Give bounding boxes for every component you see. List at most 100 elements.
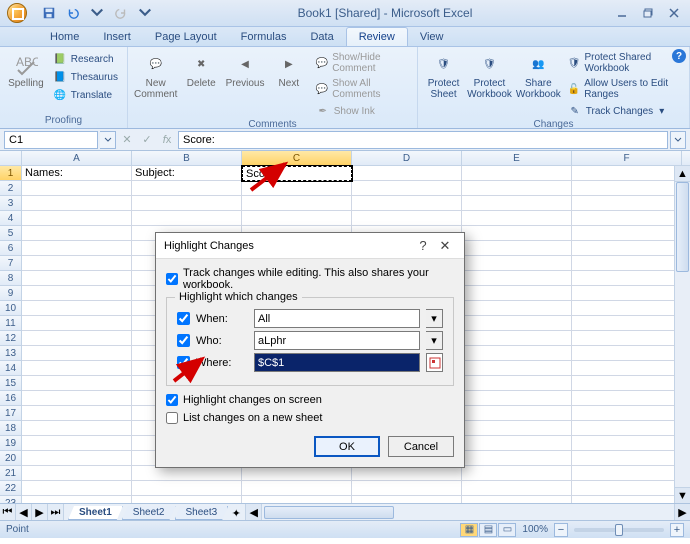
sheet-nav-last[interactable]: ⏭ — [48, 504, 64, 520]
insert-sheet-button[interactable]: ✦ — [227, 507, 245, 520]
cell[interactable] — [462, 466, 572, 481]
cell[interactable] — [352, 181, 462, 196]
show-hide-comment[interactable]: 💬Show/Hide Comment — [313, 51, 411, 75]
cell[interactable] — [572, 451, 682, 466]
row-header[interactable]: 12 — [0, 331, 22, 346]
office-button[interactable] — [0, 0, 34, 27]
row-header[interactable]: 18 — [0, 421, 22, 436]
cell[interactable] — [462, 406, 572, 421]
cell[interactable] — [572, 241, 682, 256]
cell[interactable] — [572, 346, 682, 361]
scroll-right[interactable]: ▶ — [674, 504, 690, 520]
cell[interactable] — [22, 211, 132, 226]
cell[interactable] — [462, 436, 572, 451]
cell[interactable] — [462, 256, 572, 271]
cell[interactable] — [572, 166, 682, 181]
cell[interactable] — [22, 496, 132, 503]
cell[interactable] — [462, 331, 572, 346]
select-all-corner[interactable] — [0, 151, 22, 166]
show-ink[interactable]: ✒Show Ink — [313, 103, 411, 119]
cell[interactable] — [132, 181, 242, 196]
cell[interactable] — [22, 196, 132, 211]
sheet-nav-first[interactable]: ⏮ — [0, 504, 16, 520]
track-changes-checkbox[interactable]: Track changes while editing. This also s… — [166, 267, 454, 291]
sheet-tab-3[interactable]: Sheet3 — [175, 506, 229, 520]
column-header[interactable]: F — [572, 151, 682, 166]
cell[interactable] — [462, 361, 572, 376]
insert-function-button[interactable]: fx — [158, 131, 176, 149]
dialog-titlebar[interactable]: Highlight Changes ? ✕ — [156, 233, 464, 259]
cell[interactable] — [572, 226, 682, 241]
cell[interactable] — [132, 466, 242, 481]
cell[interactable] — [572, 271, 682, 286]
cell[interactable] — [462, 286, 572, 301]
column-header[interactable]: E — [462, 151, 572, 166]
minimize-button[interactable] — [610, 5, 634, 21]
cell[interactable] — [462, 421, 572, 436]
sheet-nav-next[interactable]: ▶ — [32, 504, 48, 520]
ok-button[interactable]: OK — [314, 436, 380, 457]
list-new-sheet-checkbox[interactable]: List changes on a new sheet — [166, 412, 454, 424]
zoom-out[interactable]: − — [554, 523, 568, 537]
column-header[interactable]: A — [22, 151, 132, 166]
row-header[interactable]: 6 — [0, 241, 22, 256]
column-header[interactable]: B — [132, 151, 242, 166]
cell[interactable] — [572, 286, 682, 301]
cell[interactable] — [462, 226, 572, 241]
row-header[interactable]: 20 — [0, 451, 22, 466]
cell[interactable] — [462, 481, 572, 496]
cell[interactable] — [572, 391, 682, 406]
cell[interactable] — [22, 421, 132, 436]
column-header[interactable]: G — [682, 151, 690, 166]
spelling-button[interactable]: ABC Spelling — [6, 49, 46, 89]
cell[interactable] — [22, 361, 132, 376]
who-checkbox[interactable] — [177, 334, 190, 347]
cell[interactable] — [22, 256, 132, 271]
cell[interactable] — [352, 211, 462, 226]
cell[interactable] — [572, 181, 682, 196]
research-button[interactable]: 📗Research — [50, 51, 121, 67]
cell[interactable] — [22, 406, 132, 421]
next-comment-button[interactable]: ▶Next — [269, 49, 309, 89]
tab-page-layout[interactable]: Page Layout — [143, 28, 229, 46]
vscroll-thumb[interactable] — [676, 182, 689, 272]
cell[interactable] — [462, 391, 572, 406]
cell[interactable] — [572, 301, 682, 316]
scroll-down[interactable]: ▼ — [675, 487, 690, 503]
qat-redo[interactable] — [110, 3, 132, 23]
qat-customize[interactable] — [134, 3, 156, 23]
show-all-comments[interactable]: 💬Show All Comments — [313, 77, 411, 101]
cell[interactable] — [462, 196, 572, 211]
share-workbook-button[interactable]: 👥Share Workbook — [516, 49, 561, 100]
cell[interactable] — [22, 316, 132, 331]
cell[interactable] — [22, 241, 132, 256]
cell[interactable] — [462, 271, 572, 286]
cell[interactable] — [22, 436, 132, 451]
cell[interactable] — [22, 181, 132, 196]
sheet-tab-2[interactable]: Sheet2 — [122, 506, 176, 520]
cell[interactable] — [572, 406, 682, 421]
when-checkbox[interactable] — [177, 312, 190, 325]
cell[interactable] — [242, 466, 352, 481]
view-page-layout[interactable]: ▤ — [479, 523, 497, 537]
cell[interactable] — [242, 181, 352, 196]
cell[interactable] — [462, 451, 572, 466]
where-checkbox[interactable] — [177, 356, 190, 369]
cell[interactable] — [132, 196, 242, 211]
cell[interactable] — [242, 481, 352, 496]
qat-undo-menu[interactable] — [86, 3, 108, 23]
name-box-dropdown[interactable] — [100, 131, 116, 149]
cell[interactable] — [462, 496, 572, 503]
cell[interactable] — [572, 481, 682, 496]
cell[interactable] — [22, 481, 132, 496]
cell[interactable] — [22, 451, 132, 466]
row-header[interactable]: 21 — [0, 466, 22, 481]
tab-data[interactable]: Data — [298, 28, 345, 46]
cell[interactable] — [462, 376, 572, 391]
scroll-up[interactable]: ▲ — [675, 166, 690, 182]
qat-save[interactable] — [38, 3, 60, 23]
help-button[interactable]: ? — [672, 49, 686, 63]
row-header[interactable]: 15 — [0, 376, 22, 391]
when-dropdown[interactable]: ▾ — [426, 309, 443, 328]
cell[interactable] — [22, 376, 132, 391]
